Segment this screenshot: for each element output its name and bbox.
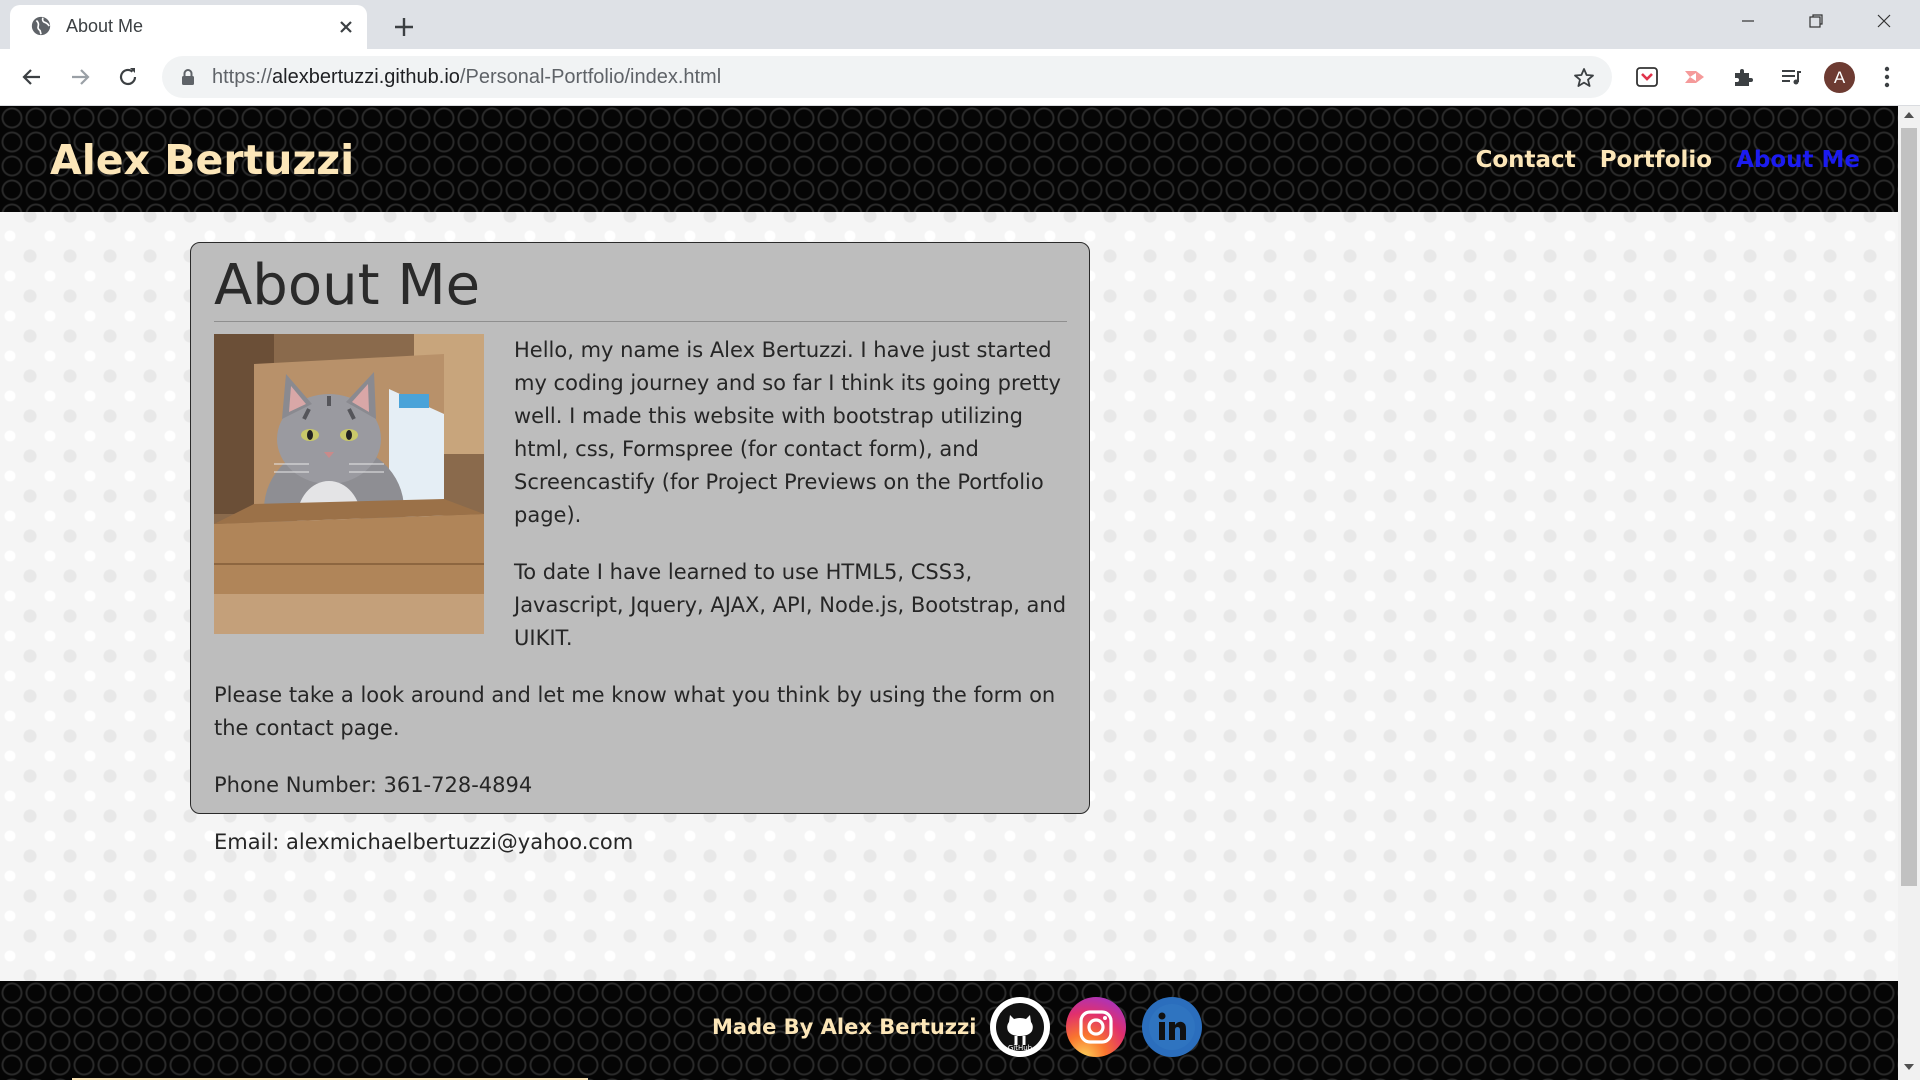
new-tab-plus-icon[interactable] xyxy=(390,13,418,41)
arrow-left-icon xyxy=(22,69,40,85)
scrollbar-thumb[interactable] xyxy=(1901,128,1917,886)
address-bar[interactable]: https://alexbertuzzi.github.io/Personal-… xyxy=(162,56,1612,98)
scroll-down-arrow-icon[interactable] xyxy=(1904,1064,1914,1070)
footer-content: Made By Alex Bertuzzi GitHub xyxy=(712,997,1203,1057)
svg-text:GitHub: GitHub xyxy=(1008,1044,1033,1052)
footer-credit: Made By Alex Bertuzzi xyxy=(712,1015,977,1039)
nav-link-contact[interactable]: Contact xyxy=(1475,146,1575,174)
profile-avatar[interactable]: A xyxy=(1824,62,1855,93)
playlist-icon xyxy=(1782,70,1801,85)
reload-icon xyxy=(119,68,137,86)
browser-tab-active[interactable]: About Me xyxy=(10,5,367,49)
window-restore-button[interactable] xyxy=(1782,0,1850,42)
site-header: Alex Bertuzzi Contact Portfolio About Me xyxy=(0,106,1898,212)
nav-link-about[interactable]: About Me xyxy=(1736,146,1860,174)
globe-icon xyxy=(31,16,51,36)
cat-in-box-photo xyxy=(214,334,484,634)
bookmark-star-icon[interactable] xyxy=(1572,66,1596,90)
about-email: Email: alexmichaelbertuzzi@yahoo.com xyxy=(214,830,634,854)
lock-icon[interactable] xyxy=(180,68,196,86)
minimize-icon xyxy=(1742,20,1754,22)
url-host: alexbertuzzi.github.io xyxy=(272,66,460,88)
url-path: /Personal-Portfolio/index.html xyxy=(459,66,722,88)
nav-link-portfolio[interactable]: Portfolio xyxy=(1600,146,1712,174)
forward-button[interactable] xyxy=(66,63,94,91)
browser-menu-button[interactable] xyxy=(1875,63,1899,91)
instagram-link[interactable] xyxy=(1066,997,1127,1057)
linkedin-icon xyxy=(1149,1004,1196,1050)
about-heading: About Me xyxy=(214,251,1067,322)
tab-strip: About Me xyxy=(0,0,1920,49)
reload-button[interactable] xyxy=(114,63,142,91)
about-card: About Me Hello, my name is Alex Bertuzzi… xyxy=(190,242,1090,854)
about-phone: Phone Number: 361-728-4894 xyxy=(214,773,533,797)
close-icon xyxy=(1877,14,1891,28)
window-minimize-button[interactable] xyxy=(1714,0,1782,42)
screencastify-extension-button[interactable] xyxy=(1681,63,1709,91)
tab-title: About Me xyxy=(66,16,144,36)
window-close-button[interactable] xyxy=(1850,0,1918,42)
page-scrollbar[interactable] xyxy=(1898,106,1920,1080)
instagram-icon xyxy=(1079,1010,1114,1044)
back-button[interactable] xyxy=(18,63,46,91)
arrow-right-icon xyxy=(72,69,90,85)
screencastify-icon xyxy=(1685,71,1704,83)
github-icon: GitHub xyxy=(996,1003,1045,1052)
puzzle-icon xyxy=(1735,69,1753,86)
browser-toolbar: https://alexbertuzzi.github.io/Personal-… xyxy=(0,49,1920,106)
scroll-up-arrow-icon[interactable] xyxy=(1904,112,1914,118)
about-paragraph-contact-invite: Please take a look around and let me kno… xyxy=(214,683,1056,740)
site-nav: Contact Portfolio About Me xyxy=(1475,146,1860,174)
cat-photo-illustration xyxy=(214,334,484,634)
extensions-button[interactable] xyxy=(1729,63,1757,91)
site-footer: Made By Alex Bertuzzi GitHub xyxy=(0,981,1898,1080)
tab-close-icon[interactable] xyxy=(336,17,356,37)
site-brand[interactable]: Alex Bertuzzi xyxy=(50,136,354,184)
github-link[interactable]: GitHub xyxy=(990,997,1051,1057)
media-control-button[interactable] xyxy=(1777,63,1805,91)
page-viewport: Alex Bertuzzi Contact Portfolio About Me… xyxy=(0,106,1898,1080)
pocket-extension-button[interactable] xyxy=(1633,63,1661,91)
url-text[interactable]: https://alexbertuzzi.github.io/Personal-… xyxy=(212,66,721,88)
linkedin-link[interactable] xyxy=(1142,997,1203,1057)
restore-icon xyxy=(1809,14,1823,28)
more-vertical-icon xyxy=(1884,66,1890,88)
pocket-icon xyxy=(1636,67,1658,87)
